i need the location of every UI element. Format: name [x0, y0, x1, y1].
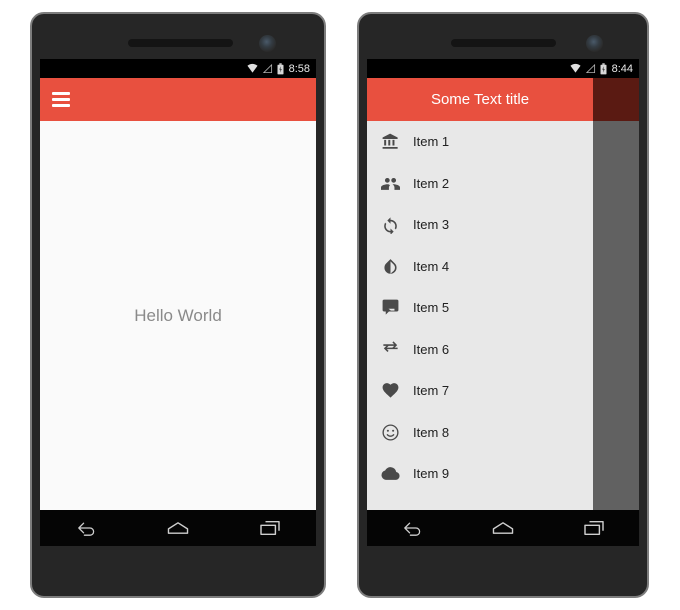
drawer-item-3[interactable]: Item 3 — [367, 204, 593, 246]
wifi-icon — [569, 63, 582, 74]
status-bar-clock-left: 8:58 — [288, 62, 310, 75]
sentiment-satisfied-icon — [367, 423, 413, 442]
drawer-item-4[interactable]: Item 4 — [367, 246, 593, 288]
hello-world-text: Hello World — [134, 305, 222, 325]
favorite-heart-icon — [367, 381, 413, 400]
drawer-item-label: Item 8 — [413, 424, 450, 440]
drawer-title: Some Text title — [430, 91, 530, 108]
recents-icon[interactable] — [572, 515, 616, 541]
drawer-item-7[interactable]: Item 7 — [367, 370, 593, 412]
hamburger-menu-icon[interactable] — [52, 92, 70, 107]
opacity-icon — [367, 257, 413, 276]
account-balance-icon — [367, 132, 413, 151]
wifi-icon — [246, 63, 259, 74]
autorenew-icon — [367, 215, 413, 235]
hamburger-line — [52, 92, 70, 95]
earpiece-speaker — [128, 39, 233, 47]
drawer-item-label: Item 4 — [413, 258, 450, 274]
hamburger-line — [52, 104, 70, 107]
scrim-app-bar-region[interactable] — [593, 78, 639, 121]
screen-left: 8:58 Hello World — [40, 59, 316, 546]
drawer-item-label: Item 5 — [413, 300, 450, 316]
drawer-item-5[interactable]: Item 5 — [367, 287, 593, 329]
navigation-drawer: Some Text title Item 1 Item 2 Item 3 Ite… — [367, 78, 593, 510]
compare-arrows-icon — [367, 340, 413, 359]
drawer-item-2[interactable]: Item 2 — [367, 163, 593, 205]
drawer-item-label: Item 7 — [413, 383, 450, 399]
drawer-item-label: Item 3 — [413, 217, 450, 233]
recents-icon[interactable] — [248, 515, 292, 541]
home-icon[interactable] — [481, 515, 525, 541]
drawer-item-6[interactable]: Item 6 — [367, 329, 593, 371]
signal-icon — [262, 63, 273, 74]
drawer-item-label: Item 1 — [413, 134, 450, 150]
front-camera — [259, 35, 276, 52]
phone-device-left: 8:58 Hello World — [30, 12, 326, 598]
cloud-icon — [367, 464, 413, 483]
chat-bubbles-icon — [367, 298, 413, 317]
status-bar-clock-right: 8:44 — [611, 62, 633, 75]
status-bar-right: 8:44 — [367, 59, 639, 78]
back-icon[interactable] — [390, 515, 434, 541]
scrim-content-region[interactable] — [593, 121, 639, 510]
signal-icon — [585, 63, 596, 74]
status-bar-left: 8:58 — [40, 59, 316, 78]
battery-icon — [599, 62, 608, 75]
status-bar-icons-right — [569, 62, 608, 75]
status-bar-icons-left — [246, 62, 285, 75]
content-area-left: Hello World — [40, 121, 316, 510]
drawer-item-list: Item 1 Item 2 Item 3 Item 4 Item 5 Item … — [367, 121, 593, 510]
earpiece-speaker — [451, 39, 556, 47]
navigation-bar-left — [40, 510, 316, 546]
drawer-item-1[interactable]: Item 1 — [367, 121, 593, 163]
phone-device-right: 8:44 Some Text title Item 1 Item 2 Item … — [357, 12, 649, 598]
navigation-bar-right — [367, 510, 639, 546]
drawer-item-label: Item 2 — [413, 175, 450, 191]
battery-icon — [276, 62, 285, 75]
navigation-drawer-overlay: Some Text title Item 1 Item 2 Item 3 Ite… — [367, 78, 639, 510]
drawer-header: Some Text title — [367, 78, 593, 121]
hamburger-line — [52, 98, 70, 101]
drawer-item-9[interactable]: Item 9 — [367, 453, 593, 495]
app-bar-left — [40, 78, 316, 121]
drawer-item-label: Item 9 — [413, 466, 450, 482]
app-bar-left-cluster — [40, 78, 316, 121]
screen-right: 8:44 Some Text title Item 1 Item 2 Item … — [367, 59, 639, 546]
people-icon — [367, 174, 413, 193]
drawer-item-label: Item 6 — [413, 341, 450, 357]
back-icon[interactable] — [64, 515, 108, 541]
home-icon[interactable] — [156, 515, 200, 541]
front-camera — [586, 35, 603, 52]
drawer-item-8[interactable]: Item 8 — [367, 412, 593, 454]
